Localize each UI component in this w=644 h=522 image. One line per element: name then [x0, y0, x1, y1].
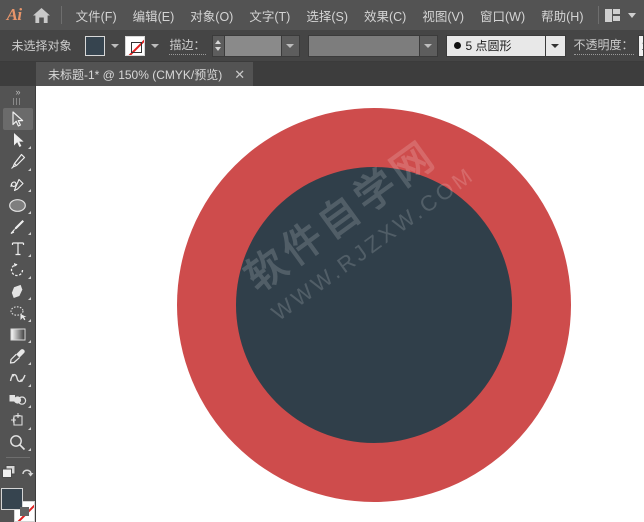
- tool-group-corner-icon: [27, 448, 31, 452]
- tool-eyedropper[interactable]: [3, 345, 33, 367]
- group-objects-icon[interactable]: [1, 464, 18, 485]
- stroke-weight-stepper[interactable]: [211, 34, 224, 57]
- tool-type[interactable]: [3, 237, 33, 259]
- tool-eraser[interactable]: [3, 281, 33, 303]
- chevron-down-icon: [424, 43, 432, 48]
- stroke-weight-label[interactable]: 描边：: [169, 36, 206, 55]
- home-icon[interactable]: [28, 0, 55, 30]
- tool-group-corner-icon: [27, 405, 31, 409]
- tool-direct-selection[interactable]: [3, 130, 33, 152]
- tool-zoom[interactable]: [3, 432, 33, 454]
- tool-group-corner-icon: [27, 167, 31, 171]
- illustrator-window: Ai 文件(F) 编辑(E) 对象(O) 文字(T) 选择(S) 效果(C) 视…: [0, 0, 644, 522]
- tools-panel: »: [0, 86, 36, 522]
- menu-view[interactable]: 视图(V): [414, 2, 472, 29]
- menu-window[interactable]: 窗口(W): [472, 2, 533, 29]
- fill-swatch-group: [85, 35, 125, 56]
- stroke-chevron-down-icon[interactable]: [151, 43, 160, 48]
- stroke-inner-square: [19, 507, 29, 517]
- brush-definition-input[interactable]: [307, 34, 420, 57]
- menu-help[interactable]: 帮助(H): [533, 2, 591, 29]
- canvas-area[interactable]: 软件自学网 WWW.RJZXW.COM: [36, 86, 644, 522]
- tool-paintbrush[interactable]: [3, 216, 33, 238]
- menu-type[interactable]: 文字(T): [241, 2, 298, 29]
- stepper-up-icon[interactable]: [215, 40, 221, 44]
- tool-ellipse[interactable]: [3, 194, 33, 216]
- menu-divider-right: [597, 6, 599, 24]
- graphic-style-dropdown[interactable]: [545, 34, 566, 57]
- chevron-down-icon[interactable]: [628, 12, 636, 18]
- menu-item-list: 文件(F) 编辑(E) 对象(O) 文字(T) 选择(S) 效果(C) 视图(V…: [68, 2, 592, 29]
- menu-edit[interactable]: 编辑(E): [125, 2, 183, 29]
- menubar-right-group: [592, 6, 644, 24]
- tool-group-corner-icon: [27, 232, 31, 236]
- close-icon[interactable]: ✕: [234, 68, 245, 81]
- tool-group-corner-icon: [27, 297, 31, 301]
- document-tab[interactable]: 未标题-1* @ 150% (CMYK/预览) ✕: [36, 62, 254, 86]
- chevron-down-icon: [551, 43, 559, 48]
- control-bar: 未选择对象 描边： 5 点圆形 不透明度：: [0, 30, 644, 62]
- stepper-down-icon[interactable]: [215, 47, 221, 51]
- graphic-style-input[interactable]: 5 点圆形: [445, 34, 546, 57]
- menu-divider: [60, 6, 62, 24]
- menu-object[interactable]: 对象(O): [182, 2, 241, 29]
- stroke-weight-input[interactable]: [223, 34, 282, 57]
- tool-group-corner-icon: [27, 146, 31, 150]
- tools-divider: [5, 457, 30, 459]
- tools-panel-grip[interactable]: [13, 98, 22, 105]
- stroke-weight-dropdown[interactable]: [281, 34, 300, 57]
- stroke-swatch-none[interactable]: [125, 35, 146, 56]
- tool-group-corner-icon: [27, 275, 31, 279]
- graphic-style-value: 5 点圆形: [465, 39, 512, 53]
- inner-dark-circle[interactable]: [236, 167, 512, 443]
- tool-rotate[interactable]: [3, 259, 33, 281]
- tool-group-corner-icon: [27, 340, 31, 344]
- workspace-body: »: [0, 86, 644, 522]
- tool-shape-builder[interactable]: [3, 389, 33, 411]
- stroke-swatch-group: [125, 35, 165, 56]
- tools-panel-collapse-icon[interactable]: »: [0, 86, 36, 98]
- tool-group-corner-icon: [27, 254, 31, 258]
- artwork-layer: 软件自学网 WWW.RJZXW.COM: [36, 86, 644, 522]
- tools-bottom-group: [0, 464, 35, 522]
- fill-chevron-down-icon[interactable]: [111, 43, 120, 48]
- tool-curvature[interactable]: [3, 173, 33, 195]
- swap-arrows-icon[interactable]: [21, 465, 35, 484]
- app-logo: Ai: [6, 5, 23, 24]
- tool-gradient[interactable]: [3, 324, 33, 346]
- tool-blend[interactable]: [3, 367, 33, 389]
- document-tab-title: 未标题-1* @ 150% (CMYK/预览): [48, 67, 223, 82]
- tool-group-corner-icon: [27, 210, 31, 214]
- opacity-label[interactable]: 不透明度：: [573, 36, 634, 55]
- menu-bar: Ai 文件(F) 编辑(E) 对象(O) 文字(T) 选择(S) 效果(C) 视…: [0, 0, 644, 30]
- tool-group-corner-icon: [27, 426, 31, 430]
- tool-pen[interactable]: [3, 151, 33, 173]
- brush-definition-dropdown[interactable]: [419, 34, 438, 57]
- menu-select[interactable]: 选择(S): [298, 2, 356, 29]
- selection-status-label: 未选择对象: [11, 39, 72, 53]
- menu-effect[interactable]: 效果(C): [356, 2, 414, 29]
- graphic-style-control: 5 点圆形: [445, 34, 566, 57]
- chevron-down-icon: [286, 43, 294, 48]
- opacity-input[interactable]: 100%: [637, 34, 644, 57]
- tool-group-corner-icon: [27, 383, 31, 387]
- workspace-switcher-icon[interactable]: [604, 8, 620, 22]
- document-tab-bar: 未标题-1* @ 150% (CMYK/预览) ✕: [0, 62, 644, 86]
- dot-marker-icon: [453, 42, 461, 49]
- tool-group-corner-icon: [27, 318, 31, 322]
- tools-mode-row: [1, 464, 35, 485]
- tool-group-corner-icon: [27, 189, 31, 193]
- tool-artboard[interactable]: [3, 410, 33, 432]
- tool-selection[interactable]: [2, 107, 33, 130]
- tool-group-corner-icon: [27, 361, 31, 365]
- fill-swatch[interactable]: [85, 35, 106, 56]
- brush-definition-control: [307, 34, 438, 57]
- menu-file[interactable]: 文件(F): [68, 2, 125, 29]
- tool-lasso[interactable]: [3, 302, 33, 324]
- stroke-weight-control: [211, 34, 300, 57]
- fill-stroke-indicator: [0, 488, 35, 522]
